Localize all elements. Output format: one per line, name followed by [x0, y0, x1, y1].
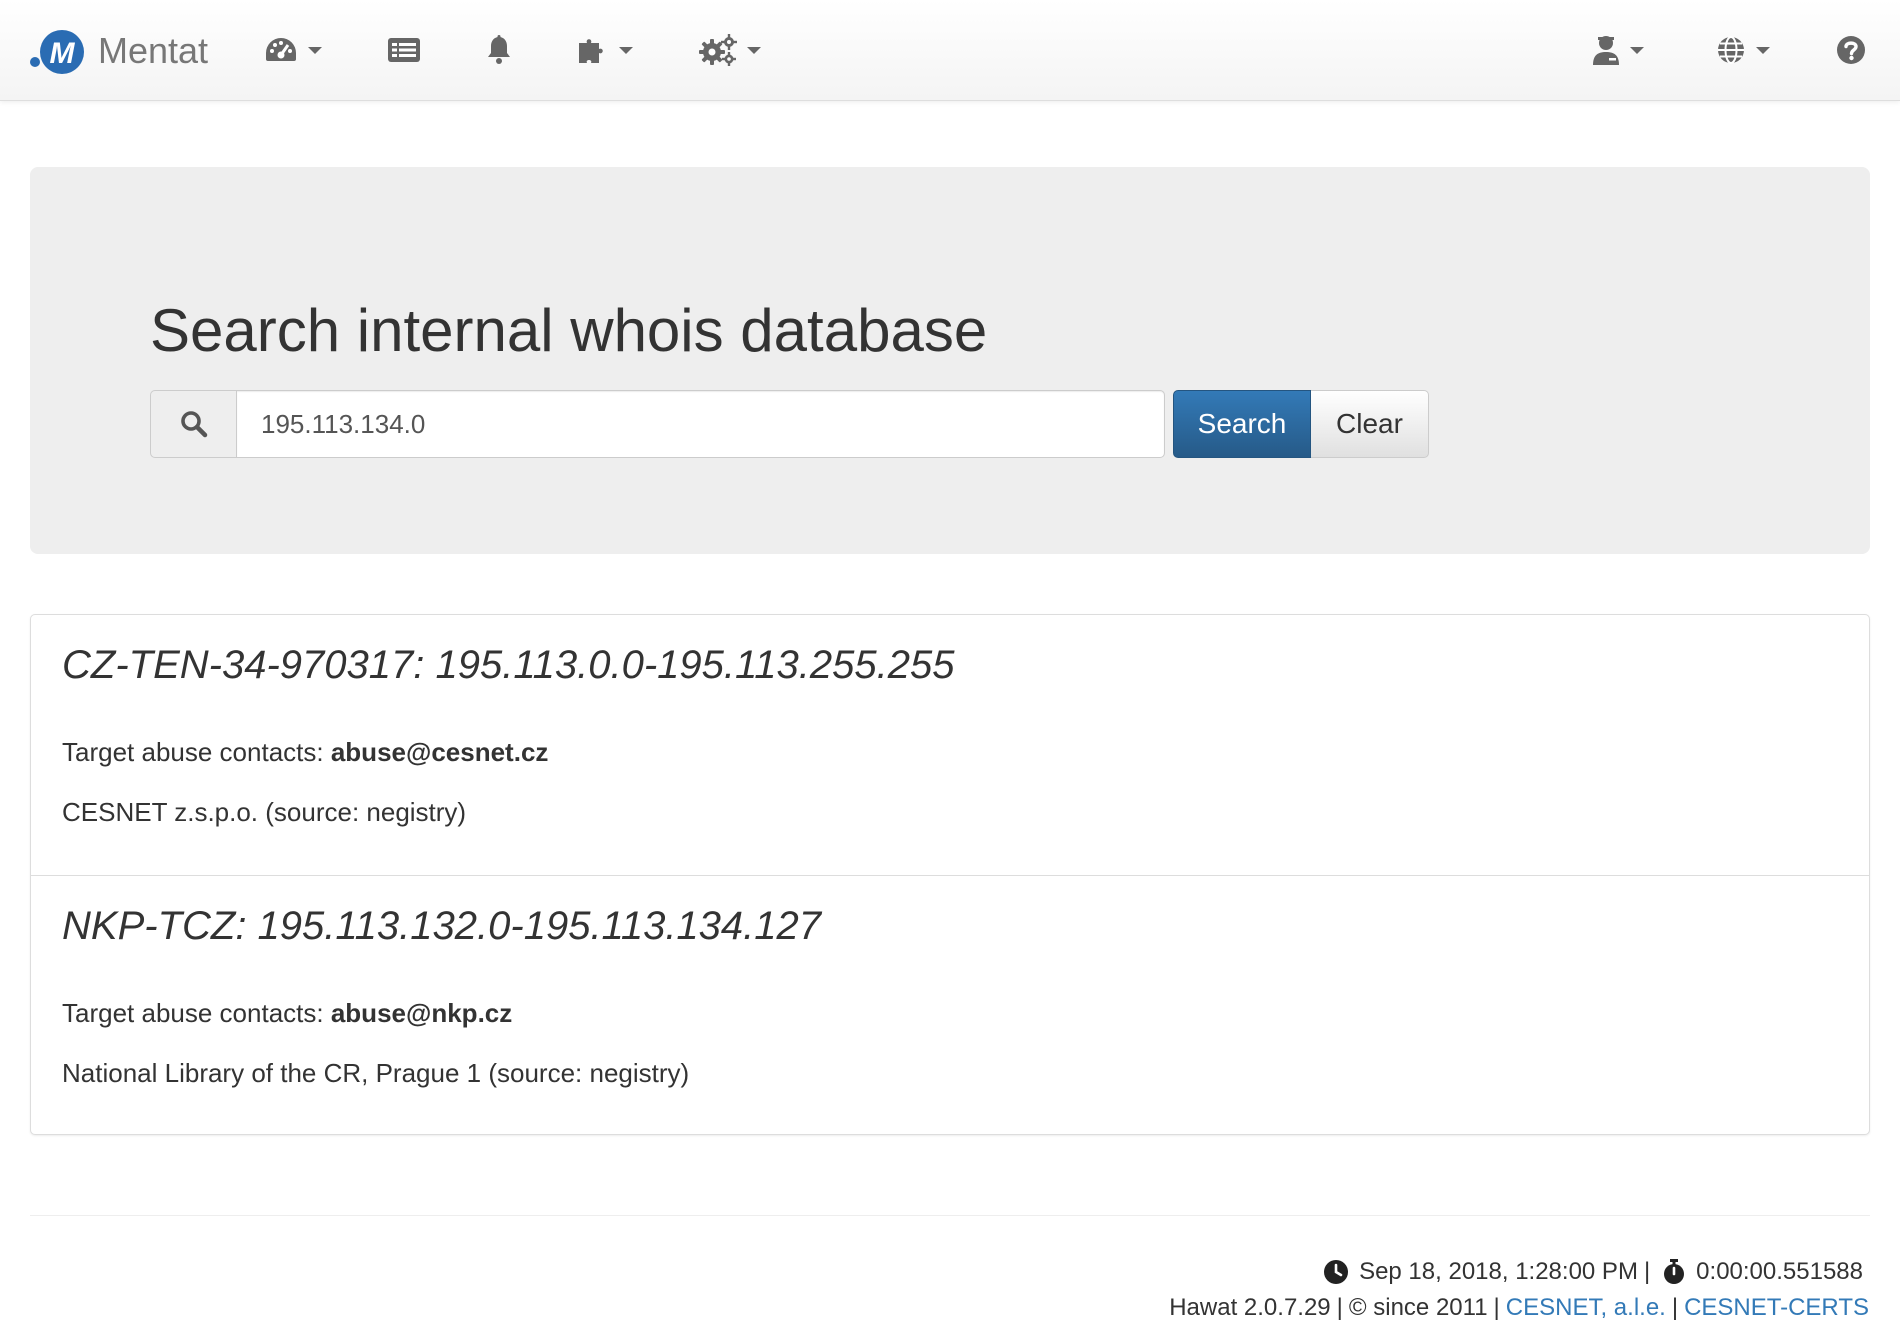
result-description: National Library of the CR, Prague 1 (so…	[62, 1058, 690, 1088]
brand-name: Mentat	[98, 30, 209, 71]
chevron-down-icon	[1756, 46, 1770, 54]
search-addon	[150, 390, 236, 458]
footer-timing: Sep 18, 2018, 1:28:00 PM | 0:00:00.55158…	[1323, 1258, 1863, 1286]
search-icon	[180, 411, 207, 438]
search-input[interactable]	[236, 390, 1165, 458]
result-description: CESNET z.s.p.o. (source: negistry)	[62, 797, 467, 827]
abuse-email: abuse@cesnet.cz	[330, 737, 549, 767]
result-heading: NKP-TCZ: 195.113.132.0-195.113.134.127	[62, 904, 822, 948]
gears-icon	[699, 34, 737, 66]
nav-modules-dropdown[interactable]	[577, 30, 633, 70]
nav-help-link[interactable]	[1836, 30, 1866, 70]
abuse-email: abuse@nkp.cz	[330, 998, 513, 1028]
user-icon	[1593, 36, 1619, 65]
footer-since: © since 2011	[1348, 1294, 1488, 1321]
cesnet-link[interactable]: CESNET, a.l.e.	[1506, 1294, 1666, 1322]
clock-icon	[1324, 1260, 1349, 1284]
whois-search-form: Search Clear	[150, 390, 1429, 458]
help-icon	[1837, 36, 1865, 64]
nav-user-dropdown[interactable]	[1592, 30, 1644, 70]
footer-separator: |	[1493, 1294, 1500, 1321]
mentat-logo-icon: M	[30, 30, 84, 74]
nav-administration-dropdown[interactable]	[699, 30, 761, 70]
chevron-down-icon	[1630, 46, 1644, 54]
nav-events-link[interactable]	[387, 30, 421, 70]
list-item: CZ-TEN-34-970317: 195.113.0.0-195.113.25…	[31, 615, 1869, 875]
top-navbar: M Mentat	[0, 0, 1900, 101]
dashboard-icon	[266, 38, 296, 61]
footer-separator: |	[1671, 1294, 1679, 1321]
search-panel: Search internal whois database Search Cl…	[30, 167, 1870, 554]
footer-credits: Hawat 2.0.7.29 | © since 2011 | CESNET, …	[1169, 1294, 1869, 1322]
brand-home-link[interactable]: M Mentat	[28, 26, 208, 76]
contacts-label: Target abuse contacts:	[62, 998, 324, 1028]
list-item: NKP-TCZ: 195.113.132.0-195.113.134.127 T…	[31, 875, 1869, 1135]
footer-duration: 0:00:00.551588	[1696, 1258, 1863, 1285]
result-abuse-contacts: Target abuse contacts: abuse@cesnet.cz	[62, 737, 548, 768]
svg-text:M: M	[50, 37, 76, 70]
bell-icon	[488, 35, 510, 64]
nav-notifications-link[interactable]	[486, 30, 512, 70]
list-icon	[388, 38, 420, 62]
result-heading: CZ-TEN-34-970317: 195.113.0.0-195.113.25…	[62, 643, 955, 687]
globe-icon	[1718, 36, 1744, 64]
page-title: Search internal whois database	[150, 297, 988, 364]
stopwatch-icon	[1664, 1259, 1685, 1284]
footer-separator: |	[1336, 1294, 1343, 1321]
chevron-down-icon	[619, 46, 633, 54]
cesnet-certs-link[interactable]: CESNET-CERTS	[1684, 1294, 1869, 1322]
footer-separator: |	[1643, 1258, 1651, 1285]
contacts-label: Target abuse contacts:	[62, 737, 324, 767]
search-button[interactable]: Search	[1173, 390, 1311, 458]
result-abuse-contacts: Target abuse contacts: abuse@nkp.cz	[62, 998, 512, 1029]
chevron-down-icon	[308, 46, 322, 54]
footer-version: Hawat 2.0.7.29	[1169, 1294, 1331, 1321]
chevron-down-icon	[747, 46, 761, 54]
footer-divider	[30, 1215, 1870, 1216]
nav-dashboards-dropdown[interactable]	[264, 30, 322, 70]
nav-language-dropdown[interactable]	[1716, 30, 1770, 70]
search-results-list: CZ-TEN-34-970317: 195.113.0.0-195.113.25…	[30, 614, 1870, 1135]
puzzle-icon	[579, 39, 603, 63]
footer-timestamp: Sep 18, 2018, 1:28:00 PM	[1359, 1258, 1638, 1285]
clear-button[interactable]: Clear	[1311, 390, 1429, 458]
